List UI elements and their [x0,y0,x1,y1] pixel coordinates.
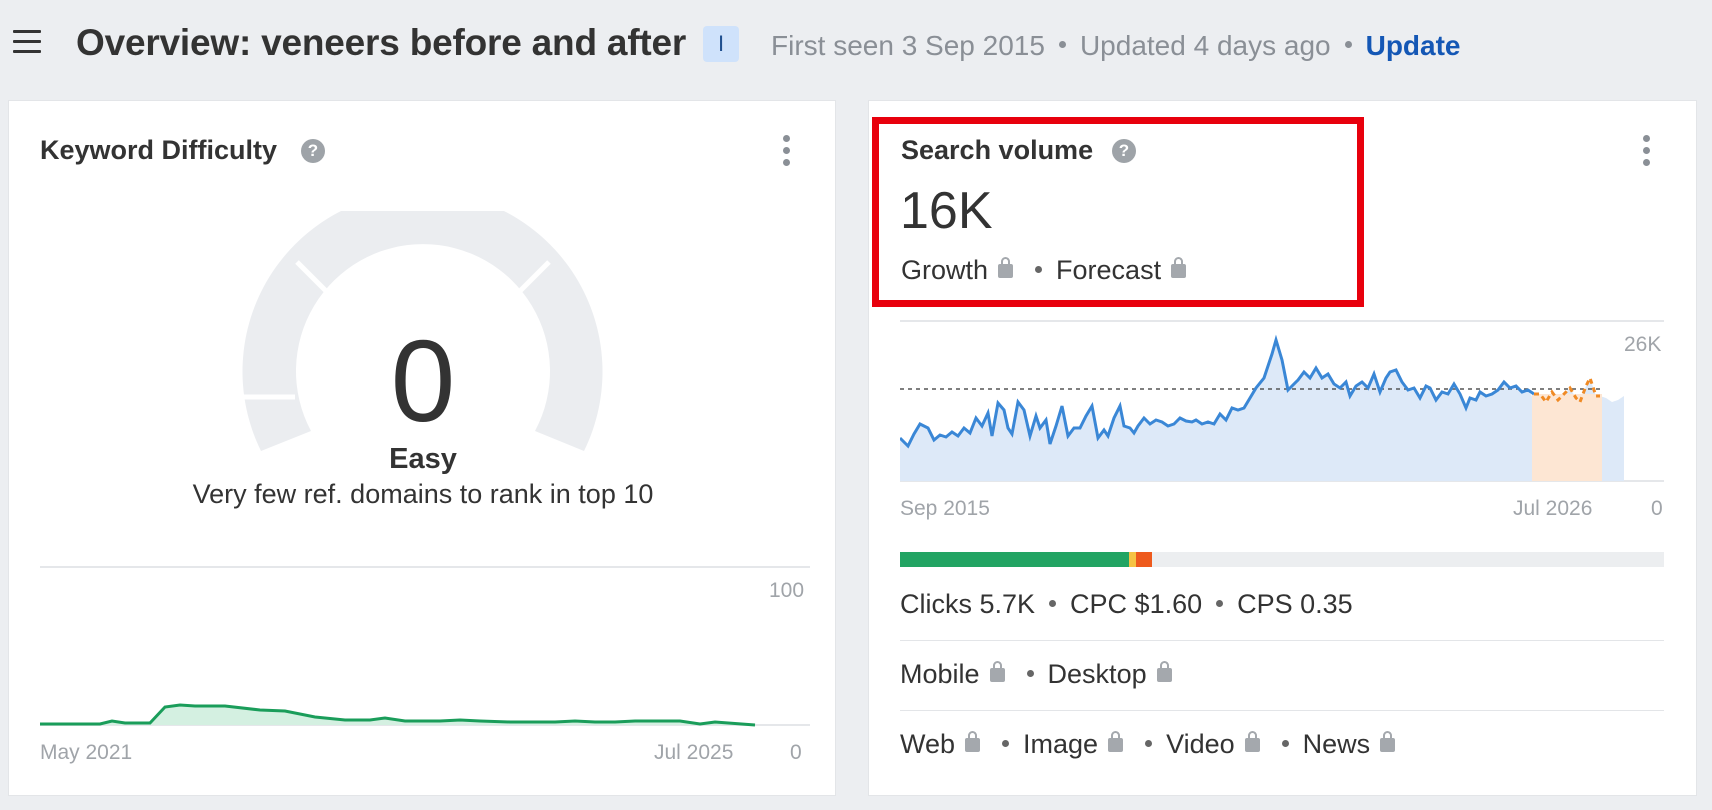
hamburger-menu-icon[interactable] [13,30,41,54]
lock-icon [1380,730,1396,752]
separator-dot [1216,600,1224,608]
clicks-bar-segment-paid-b [1136,552,1152,567]
separator-dot [1058,41,1066,49]
more-options-icon[interactable] [1640,135,1652,167]
search-volume-chart [900,320,1664,482]
highlight-box [872,117,1364,307]
sv-axis-end: Jul 2026 [1513,497,1593,520]
separator-dot [1026,670,1034,678]
top-bar: Overview: veneers before and after I Fir… [0,0,1712,90]
cpc-metric: CPC $1.60 [1070,589,1203,619]
kd-level-label: Easy [389,443,457,475]
news-label: News [1302,729,1371,759]
video-label: Video [1166,729,1235,759]
sv-axis-start: Sep 2015 [900,497,990,520]
first-seen-text: First seen 3 Sep 2015 [771,30,1045,61]
sv-axis-min: 0 [1651,497,1663,520]
sv-axis-max: 26K [1624,333,1662,356]
kd-score: 0 [390,316,456,446]
kd-axis-end: Jul 2025 [654,741,734,764]
web-label: Web [900,729,956,759]
separator-dot [1145,740,1153,748]
clicks-metric: Clicks 5.7K [900,589,1036,619]
metrics-row: Clicks 5.7K CPC $1.60 CPS 0.35 [900,589,1664,620]
separator-dot [1344,41,1352,49]
lock-icon [1108,730,1124,752]
meta-info: First seen 3 Sep 2015 Updated 4 days ago U… [771,30,1461,62]
divider [900,640,1664,641]
separator-dot [1049,600,1057,608]
kd-description: Very few ref. domains to rank in top 10 [192,479,654,509]
clicks-bar-segment-paid-a [1129,552,1136,567]
updated-text: Updated 4 days ago [1079,30,1331,61]
sv-area [900,340,1624,481]
clicks-distribution-bar [900,552,1664,567]
forecast-area [1532,394,1602,481]
mobile-label: Mobile [900,659,980,689]
lock-icon [1156,660,1172,682]
kd-axis-min: 0 [790,741,802,764]
clicks-bar-segment-organic [900,552,1129,567]
lock-icon [965,730,981,752]
page-title: Overview: veneers before and after [76,22,687,63]
sources-row: Web Image Video News [900,729,1664,760]
lock-icon [989,660,1005,682]
desktop-label: Desktop [1047,659,1147,689]
update-link[interactable]: Update [1366,30,1461,61]
kd-axis-max: 100 [769,579,805,602]
help-icon[interactable]: ? [301,139,325,163]
intent-badge: I [703,26,739,62]
more-options-icon[interactable] [780,135,792,167]
devices-row: Mobile Desktop [900,659,1664,690]
kd-history-chart [40,566,810,727]
lock-icon [1244,730,1260,752]
separator-dot [1002,740,1010,748]
image-label: Image [1023,729,1099,759]
kd-axis-start: May 2021 [40,741,133,764]
kd-card-title: Keyword Difficulty [40,135,278,165]
cps-metric: CPS 0.35 [1237,589,1353,619]
keyword-difficulty-card: Keyword Difficulty ? 0 Easy Very few ref… [8,100,836,796]
separator-dot [1281,740,1289,748]
divider [900,710,1664,711]
